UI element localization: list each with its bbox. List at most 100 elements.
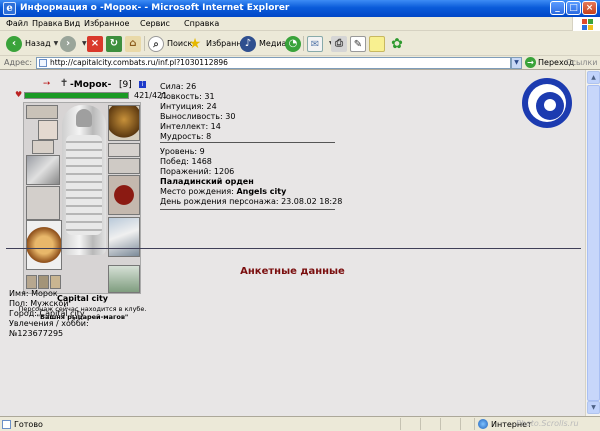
internet-zone-icon	[478, 419, 488, 429]
shield-slot[interactable]	[108, 175, 140, 215]
amulet-slot[interactable]	[38, 120, 58, 140]
chevron-down-icon[interactable]: ▼	[54, 40, 59, 47]
history-button[interactable]: ◔	[285, 34, 304, 53]
stop-button[interactable]: ×	[87, 34, 106, 53]
search-button[interactable]: ⌕ Поиск	[148, 34, 192, 53]
mail-icon: ✉	[307, 35, 323, 52]
stat-strength: Сила: 26	[160, 82, 197, 91]
hp-row: ♥ 421/421	[15, 90, 167, 101]
rune-slot-3[interactable]	[50, 275, 61, 289]
go-arrow-icon: →	[525, 57, 536, 68]
status-bar: Готово Интернет	[0, 416, 600, 431]
page-content: ➙ ✝ -Морок- [9] i ♥ 421/421 Capital city…	[0, 70, 585, 416]
status-cell	[420, 418, 421, 430]
address-url: http://capitalcity.combats.ru/inf.pl?103…	[50, 58, 228, 67]
icq-flower-icon: ✿	[391, 35, 403, 52]
note-icon	[369, 35, 385, 52]
profile-city: Город: Capital city	[9, 309, 85, 318]
address-dropdown-button[interactable]: ▼	[511, 57, 522, 69]
vertical-scrollbar[interactable]: ▲ ▼	[585, 70, 600, 416]
stop-icon: ×	[87, 35, 103, 52]
record-losses: Поражений: 1206	[160, 167, 235, 176]
toolbar-separator	[303, 36, 304, 51]
forward-button[interactable]: › ▼	[60, 34, 87, 53]
arrow-right-icon: ➙	[43, 79, 51, 89]
hp-bar	[24, 92, 129, 99]
record-divider	[160, 209, 335, 210]
record-list: Уровень: 9 Побед: 1468 Поражений: 1206 П…	[160, 147, 342, 207]
messenger-button[interactable]: ✿	[389, 34, 408, 53]
info-icon[interactable]: i	[139, 81, 146, 88]
print-button[interactable]: ⎙	[331, 34, 350, 53]
earrings-slot[interactable]	[26, 105, 58, 119]
menu-view[interactable]: Вид	[64, 19, 80, 28]
star-icon: ★	[188, 35, 202, 52]
record-level: Уровень: 9	[160, 147, 205, 156]
scroll-down-button[interactable]: ▼	[587, 401, 600, 414]
address-bar: Адрес: http://capitalcity.combats.ru/inf…	[0, 56, 600, 70]
close-button[interactable]: ×	[582, 1, 597, 15]
home-button[interactable]: ⌂	[125, 34, 144, 53]
menu-tools[interactable]: Сервис	[140, 19, 170, 28]
media-icon: ♪	[240, 35, 256, 52]
stats-divider	[160, 142, 335, 143]
toolbar-separator	[144, 36, 145, 51]
order-emblem-icon	[522, 78, 572, 128]
media-label: Медиа	[259, 39, 287, 48]
rune-slot-1[interactable]	[26, 275, 37, 289]
profile-icq: №123677295	[9, 329, 64, 338]
stat-wisdom: Мудрость: 8	[160, 132, 212, 141]
media-button[interactable]: ♪ Медиа	[240, 34, 286, 53]
address-input[interactable]: http://capitalcity.combats.ru/inf.pl?103…	[36, 57, 511, 69]
chevron-down-icon[interactable]: ▼	[82, 40, 87, 47]
birthplace-value: Angels city	[236, 187, 287, 196]
back-arrow-icon: ‹	[6, 35, 22, 52]
menu-favorites[interactable]: Избранное	[84, 19, 129, 28]
bracers-slot[interactable]	[108, 143, 140, 157]
rune-slot-2[interactable]	[38, 275, 49, 289]
character-figure	[62, 105, 106, 255]
belt-slot[interactable]	[26, 186, 60, 220]
emblem-ring	[528, 84, 566, 122]
refresh-button[interactable]: ↻	[106, 34, 125, 53]
helmet-slot[interactable]	[108, 105, 140, 141]
edit-button[interactable]: ✎	[350, 34, 369, 53]
profile-title: Анкетные данные	[240, 266, 345, 277]
title-bar: e Информация о -Морок- - Microsoft Inter…	[0, 0, 600, 17]
status-cell	[474, 418, 475, 430]
menu-file[interactable]: Файл	[6, 19, 28, 28]
record-birthplace: Место рождения: Angels city	[160, 187, 342, 197]
window-title: Информация о -Морок- - Microsoft Interne…	[20, 3, 290, 13]
page-icon	[2, 420, 11, 429]
gloves-slot[interactable]	[108, 158, 140, 174]
edit-icon: ✎	[350, 35, 366, 52]
status-cell	[400, 418, 401, 430]
back-button[interactable]: ‹ Назад ▼	[6, 34, 58, 53]
stat-agility: Ловкость: 31	[160, 92, 215, 101]
print-icon: ⎙	[331, 35, 347, 52]
weapon-slot[interactable]	[26, 155, 60, 185]
links-button[interactable]: Ссылки	[566, 58, 597, 67]
character-nick: -Морок-	[70, 80, 112, 90]
record-birthday: День рождения персонажа: 23.08.02 18:28	[160, 197, 343, 206]
boots-slot[interactable]	[108, 217, 140, 257]
toolbar: ‹ Назад ▼ › ▼ × ↻ ⌂ ⌕ Поиск ★ Избранное …	[0, 31, 600, 56]
birthplace-label: Место рождения:	[160, 187, 237, 196]
ring-slot[interactable]	[32, 140, 54, 154]
armor-slot[interactable]	[26, 220, 62, 270]
scroll-up-button[interactable]: ▲	[587, 71, 600, 84]
address-label: Адрес:	[4, 58, 33, 67]
back-label: Назад	[25, 39, 51, 48]
scroll-thumb[interactable]	[587, 85, 600, 401]
menu-help[interactable]: Справка	[184, 19, 219, 28]
status-text: Готово	[14, 420, 43, 429]
mail-button[interactable]: ✉ ▼	[307, 34, 334, 53]
status-cell	[460, 418, 461, 430]
discuss-button[interactable]	[369, 34, 388, 53]
menu-edit[interactable]: Правка	[32, 19, 62, 28]
minimize-button[interactable]: _	[550, 1, 565, 15]
watermark: Photo.Scrolls.ru	[516, 419, 579, 428]
profile-name: Имя: Морок	[9, 289, 58, 298]
menu-bar: Файл Правка Вид Избранное Сервис Справка	[0, 17, 600, 31]
maximize-button[interactable]: □	[566, 1, 581, 15]
